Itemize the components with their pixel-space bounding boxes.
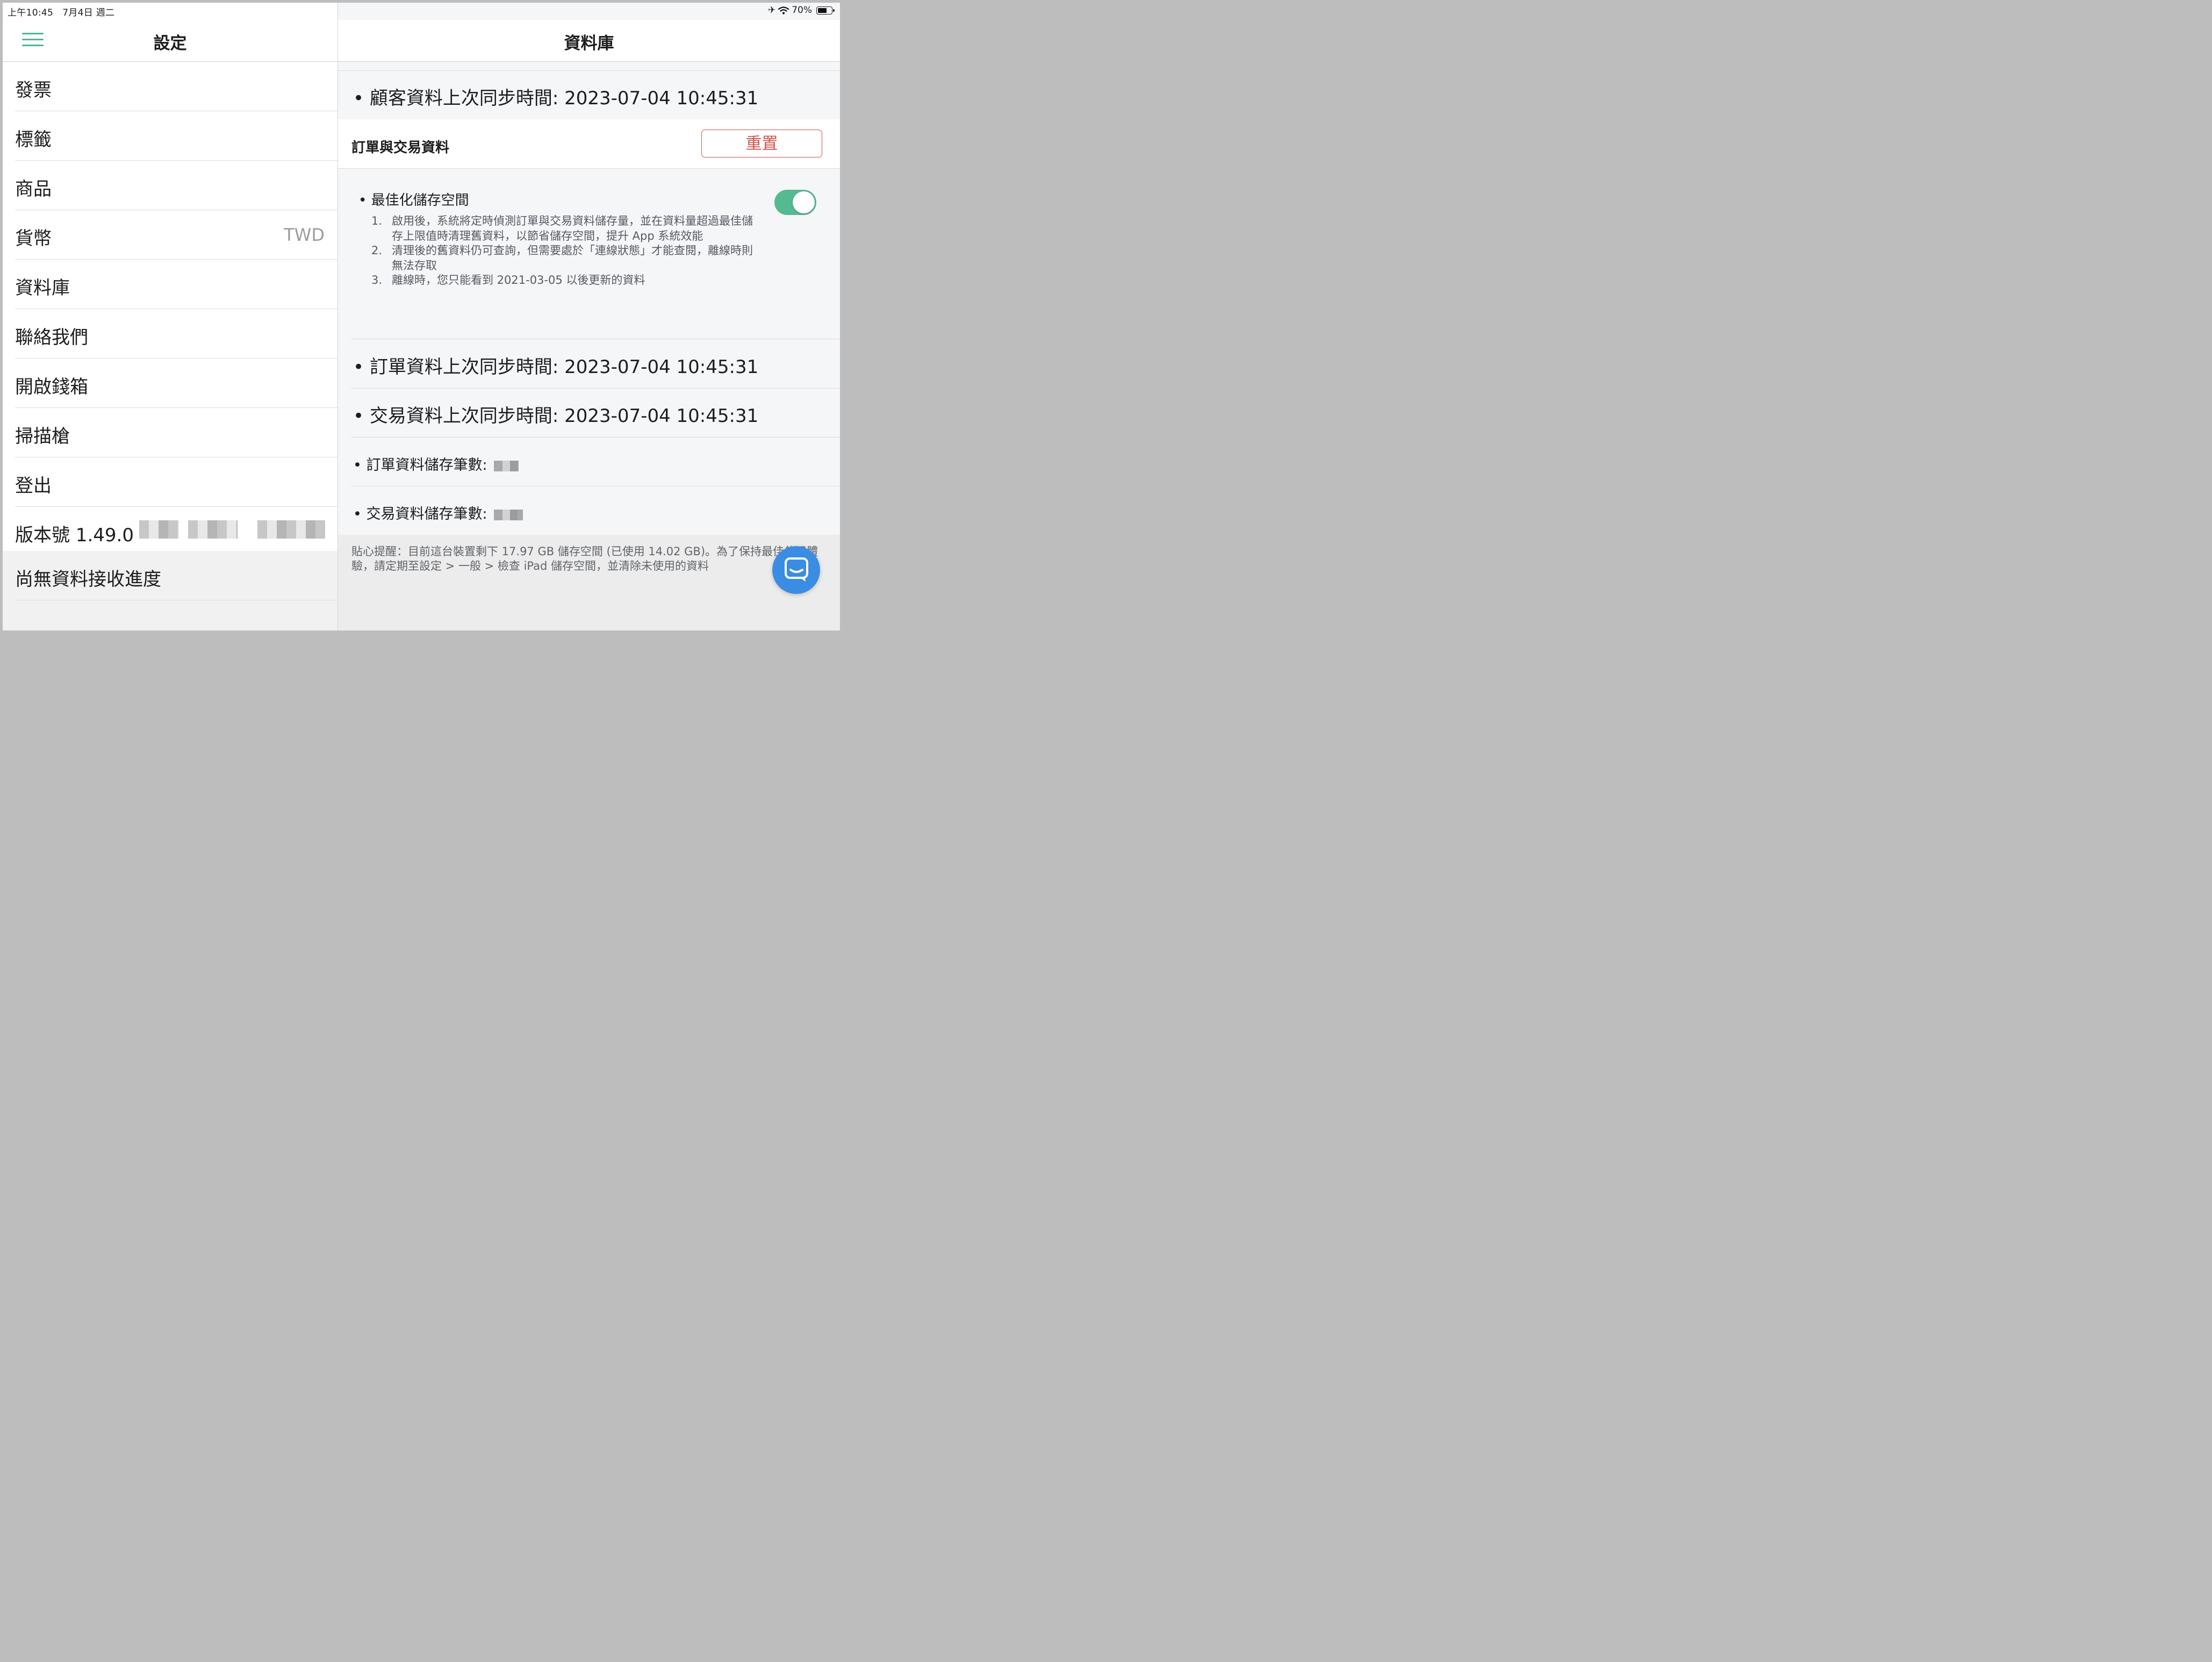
transaction-sync-row: • 交易資料上次同步時間: 2023-07-04 10:45:31 xyxy=(351,388,840,438)
settings-item-open-cash-drawer[interactable]: 開啟錢箱 xyxy=(15,359,337,408)
settings-item-invoice[interactable]: 發票 xyxy=(15,62,337,111)
settings-item-scanner[interactable]: 掃描槍 xyxy=(15,408,337,457)
customer-sync-time: • 顧客資料上次同步時間: 2023-07-04 10:45:31 xyxy=(353,88,759,109)
status-indicators: ✈ 70% xyxy=(767,5,835,16)
settings-item-products[interactable]: 商品 xyxy=(15,161,337,210)
settings-item-label: 貨幣 xyxy=(15,228,52,249)
redacted-block xyxy=(257,520,325,539)
redacted-block xyxy=(139,520,179,539)
airplane-icon: ✈ xyxy=(767,5,776,16)
settings-item-label: 登出 xyxy=(15,475,52,497)
optimize-storage-block: • 最佳化儲存空間 1. 啟用後，系統將定時偵測訂單與交易資料儲存量，並在資料量超… xyxy=(351,169,840,339)
database-header: 資料庫 xyxy=(338,20,840,62)
order-count: • 訂單資料儲存筆數: xyxy=(353,453,519,474)
sync-progress-row: 尚無資料接收進度 xyxy=(15,551,337,600)
settings-pane: 設定 發票 標籤 商品 貨幣 TWD 資料庫 聯絡我們 開啟錢箱 掃描槍 登出 … xyxy=(3,3,338,631)
settings-item-logout[interactable]: 登出 xyxy=(15,457,337,507)
redacted-block xyxy=(188,520,238,539)
orders-section-header: 訂單與交易資料 重置 xyxy=(338,119,840,169)
storage-tip-area: 貼心提醒：目前這台裝置剩下 17.97 GB 儲存空間 (已使用 14.02 G… xyxy=(338,535,840,631)
settings-item-label: 發票 xyxy=(15,80,52,101)
optimize-storage-toggle[interactable] xyxy=(774,190,816,215)
status-bar: 上午10:45 7月4日 週二 ✈ 70% xyxy=(3,3,840,20)
settings-title: 設定 xyxy=(153,34,187,53)
app-window: 設定 發票 標籤 商品 貨幣 TWD 資料庫 聯絡我們 開啟錢箱 掃描槍 登出 … xyxy=(3,3,840,631)
list-top-divider xyxy=(338,62,840,71)
settings-item-label: 標籤 xyxy=(15,129,52,151)
settings-header: 設定 xyxy=(3,20,337,62)
settings-item-version: 版本號 1.49.0 xyxy=(15,507,337,556)
battery-percent: 70% xyxy=(792,5,812,16)
settings-item-database[interactable]: 資料庫 xyxy=(15,260,337,309)
database-pane: 資料庫 • 顧客資料上次同步時間: 2023-07-04 10:45:31 訂單… xyxy=(338,3,840,631)
list-item: 3. 離線時，您只能看到 2021-03-05 以後更新的資料 xyxy=(371,274,645,286)
list-item: 2. 清理後的舊資料仍可查詢，但需要處於「連線狀態」才能查閱，離線時則無法存取 xyxy=(371,244,753,272)
optimize-storage-title: • 最佳化儲存空間 xyxy=(358,192,469,209)
settings-item-label: 掃描槍 xyxy=(15,426,70,447)
customer-sync-row: • 顧客資料上次同步時間: 2023-07-04 10:45:31 xyxy=(351,70,840,120)
chat-icon xyxy=(785,557,808,582)
settings-item-label: 聯絡我們 xyxy=(15,327,88,348)
settings-item-tags[interactable]: 標籤 xyxy=(15,111,337,161)
section-title: 訂單與交易資料 xyxy=(351,140,450,156)
redacted-block xyxy=(493,509,523,520)
redacted-block xyxy=(493,460,519,471)
order-sync-row: • 訂單資料上次同步時間: 2023-07-04 10:45:31 xyxy=(351,339,840,389)
database-title: 資料庫 xyxy=(564,34,614,53)
order-count-row: • 訂單資料儲存筆數: xyxy=(351,437,840,486)
settings-item-label: 資料庫 xyxy=(15,277,70,299)
list-item: 1. 啟用後，系統將定時偵測訂單與交易資料儲存量，並在資料量超過最佳儲存上限值時清… xyxy=(371,214,753,242)
storage-tip-text: 貼心提醒：目前這台裝置剩下 17.97 GB 儲存空間 (已使用 14.02 G… xyxy=(351,545,818,572)
transaction-sync-time: • 交易資料上次同步時間: 2023-07-04 10:45:31 xyxy=(353,405,759,427)
settings-item-label: 開啟錢箱 xyxy=(15,376,88,398)
status-time-date: 上午10:45 7月4日 週二 xyxy=(8,8,115,18)
battery-icon xyxy=(816,6,835,15)
settings-item-contact-us[interactable]: 聯絡我們 xyxy=(15,309,337,359)
settings-item-currency[interactable]: 貨幣 TWD xyxy=(15,210,337,260)
sync-progress-label: 尚無資料接收進度 xyxy=(15,569,161,590)
sync-progress-area: 尚無資料接收進度 xyxy=(3,551,337,631)
transaction-count: • 交易資料儲存筆數: xyxy=(353,502,523,523)
currency-value: TWD xyxy=(284,225,325,245)
chat-support-button[interactable] xyxy=(772,546,820,594)
settings-item-label: 商品 xyxy=(15,178,52,200)
version-label: 版本號 1.49.0 xyxy=(15,525,134,546)
order-sync-time: • 訂單資料上次同步時間: 2023-07-04 10:45:31 xyxy=(353,356,759,378)
wifi-icon xyxy=(778,6,789,14)
transaction-count-row: • 交易資料儲存筆數: xyxy=(351,486,840,535)
optimize-storage-notes: 1. 啟用後，系統將定時偵測訂單與交易資料儲存量，並在資料量超過最佳儲存上限值時清… xyxy=(371,214,758,288)
reset-button[interactable]: 重置 xyxy=(701,130,822,157)
settings-list: 發票 標籤 商品 貨幣 TWD 資料庫 聯絡我們 開啟錢箱 掃描槍 登出 版本號… xyxy=(3,62,337,556)
